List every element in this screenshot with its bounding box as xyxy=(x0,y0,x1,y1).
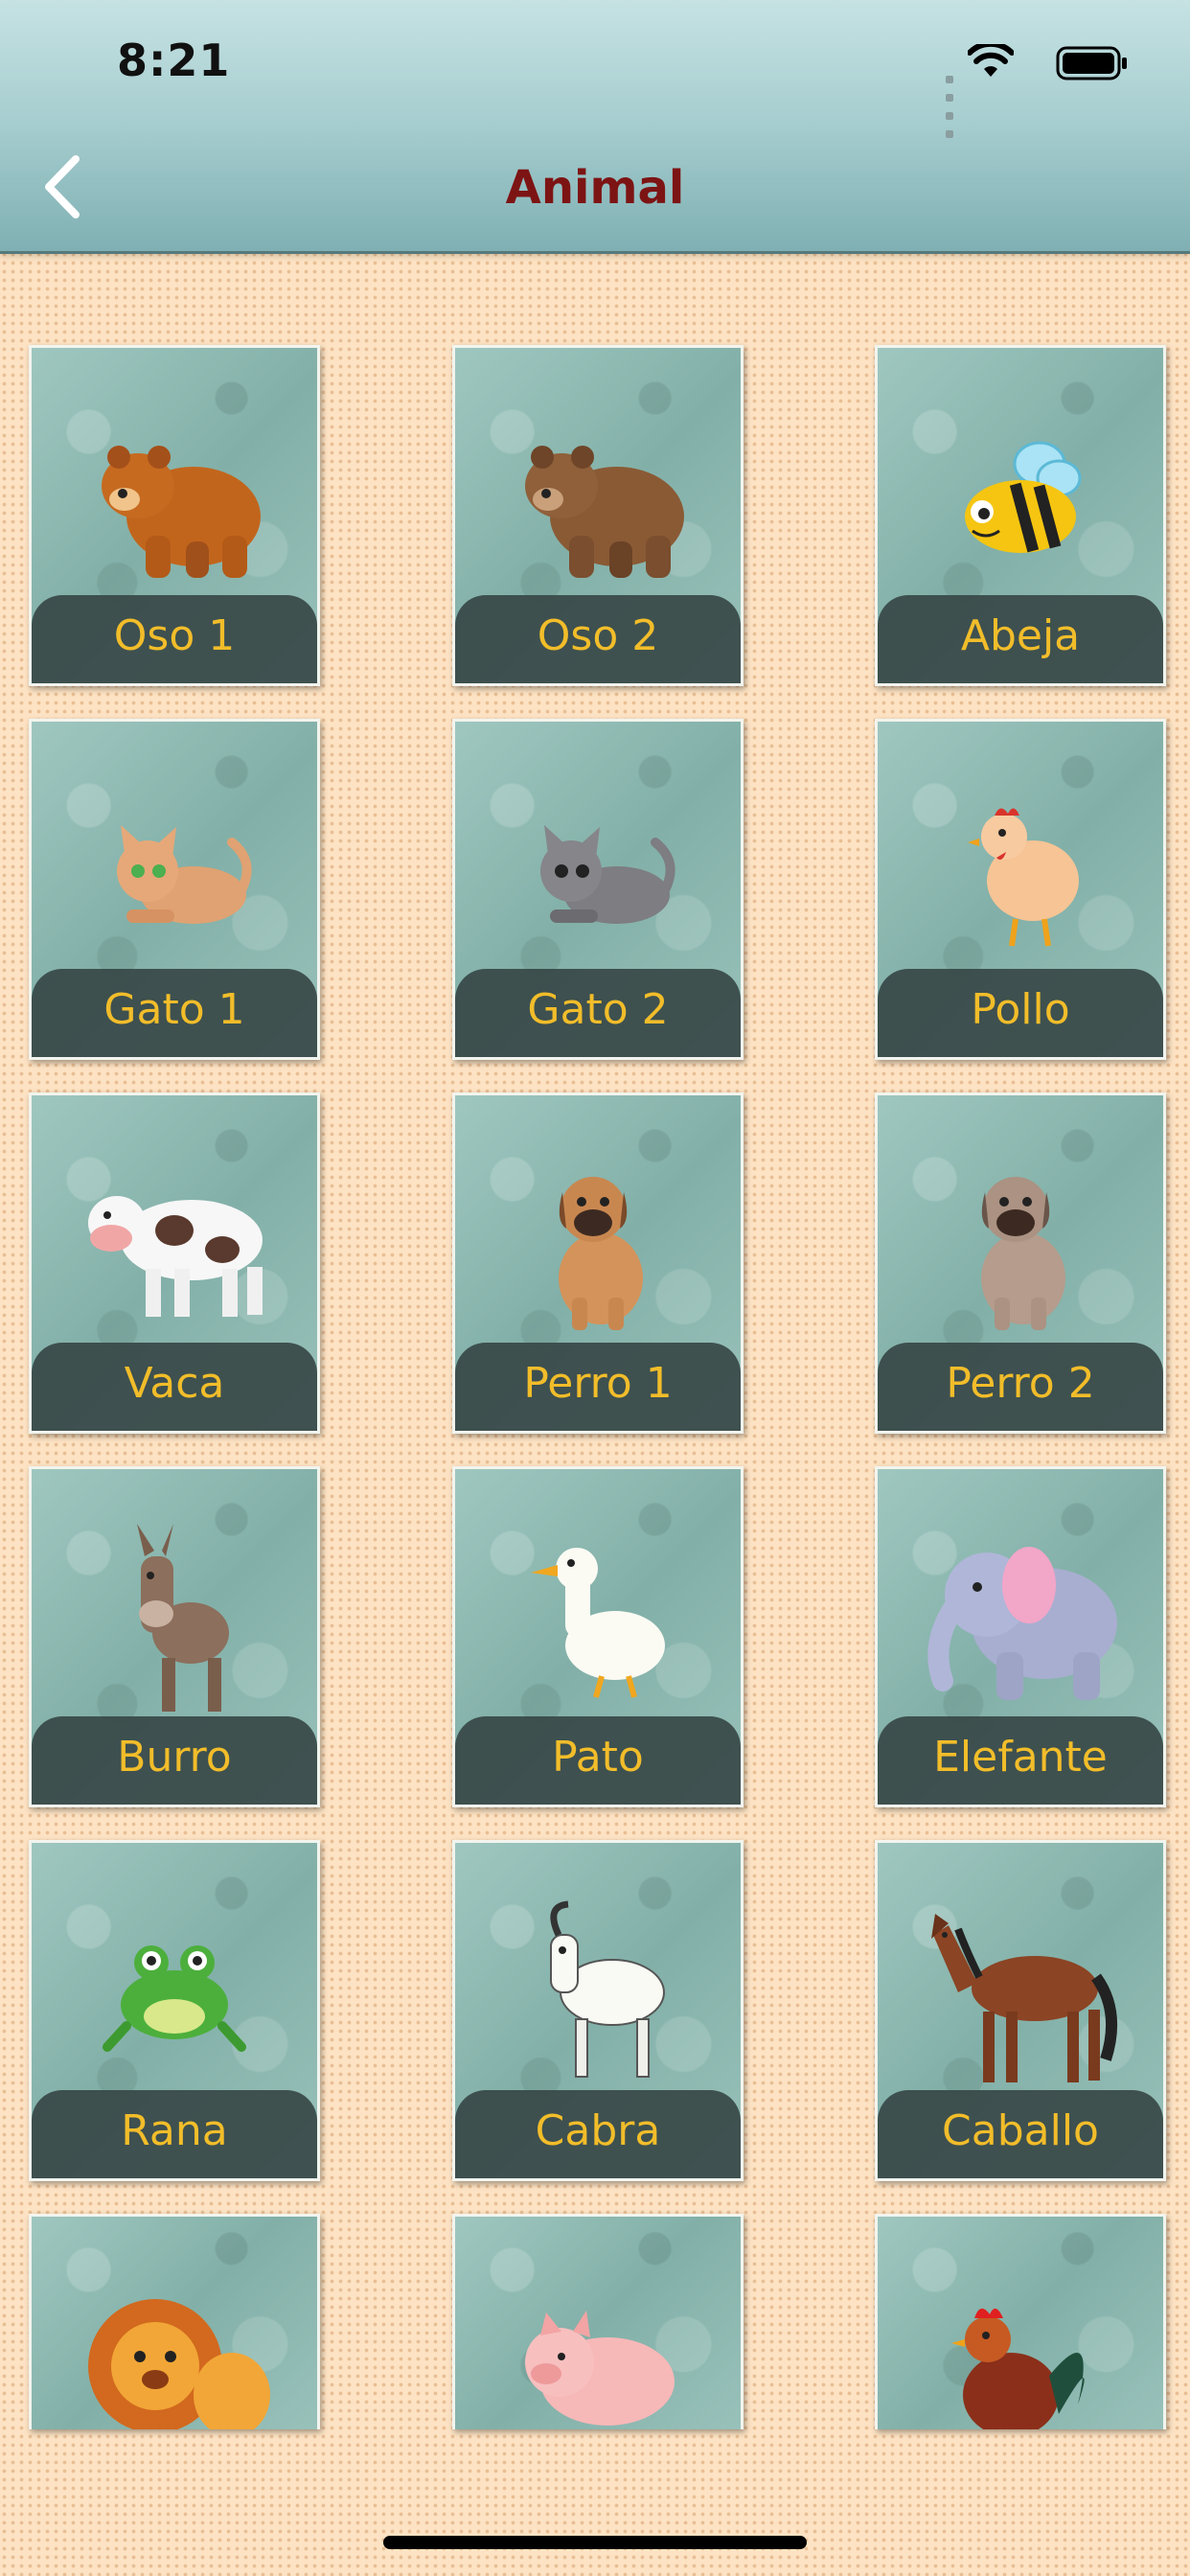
animal-card-label: Gato 1 xyxy=(32,969,317,1057)
wifi-icon xyxy=(967,40,1015,82)
gray-cat-icon xyxy=(455,756,741,986)
frog-icon xyxy=(32,1877,317,2107)
animal-card[interactable]: Vaca xyxy=(29,1092,320,1434)
bee-icon xyxy=(878,382,1163,612)
cow-icon xyxy=(32,1130,317,1360)
horse-icon xyxy=(878,1877,1163,2107)
navigation-bar: 8:21 Animal xyxy=(0,0,1190,254)
animal-card[interactable]: Perro 1 xyxy=(452,1092,744,1434)
animal-card[interactable]: Rana xyxy=(29,1840,320,2181)
animal-card[interactable]: Pato xyxy=(452,1466,744,1807)
animal-card[interactable]: Gato 2 xyxy=(452,719,744,1060)
gray-dog-icon xyxy=(878,1130,1163,1360)
lion-icon xyxy=(32,2251,317,2429)
goat-icon xyxy=(455,1877,741,2107)
animal-card[interactable]: Abeja xyxy=(875,345,1166,686)
brown-dog-icon xyxy=(455,1130,741,1360)
animal-card-label: Oso 1 xyxy=(32,595,317,683)
pig-icon xyxy=(455,2251,741,2429)
animal-card[interactable] xyxy=(29,2214,320,2429)
animal-card[interactable]: Perro 2 xyxy=(875,1092,1166,1434)
animal-card[interactable]: Pollo xyxy=(875,719,1166,1060)
chicken-icon xyxy=(878,756,1163,986)
donkey-icon xyxy=(32,1504,317,1734)
orange-cat-icon xyxy=(32,756,317,986)
animal-card[interactable]: Oso 1 xyxy=(29,345,320,686)
animal-card-label: Oso 2 xyxy=(455,595,741,683)
animal-card-label: Caballo xyxy=(878,2090,1163,2178)
brown-bear-icon xyxy=(32,382,317,612)
animal-card-label: Burro xyxy=(32,1716,317,1805)
animal-card-label: Rana xyxy=(32,2090,317,2178)
home-indicator xyxy=(383,2536,807,2549)
animal-card[interactable]: Burro xyxy=(29,1466,320,1807)
animal-card-label: Elefante xyxy=(878,1716,1163,1805)
animal-card[interactable] xyxy=(875,2214,1166,2429)
animal-card[interactable]: Caballo xyxy=(875,1840,1166,2181)
animal-card[interactable]: Gato 1 xyxy=(29,719,320,1060)
rooster-icon xyxy=(878,2251,1163,2429)
animal-card-label: Perro 2 xyxy=(878,1343,1163,1431)
duck-icon xyxy=(455,1504,741,1734)
animal-card-label: Gato 2 xyxy=(455,969,741,1057)
animal-card-label: Perro 1 xyxy=(455,1343,741,1431)
elephant-icon xyxy=(878,1504,1163,1734)
animal-card-label: Pato xyxy=(455,1716,741,1805)
page-title: Animal xyxy=(505,161,685,215)
animal-card-label: Vaca xyxy=(32,1343,317,1431)
status-time: 8:21 xyxy=(117,34,231,86)
animal-card[interactable]: Cabra xyxy=(452,1840,744,2181)
animal-card[interactable]: Elefante xyxy=(875,1466,1166,1807)
animal-card[interactable]: Oso 2 xyxy=(452,345,744,686)
animal-card-label: Pollo xyxy=(878,969,1163,1057)
battery-icon xyxy=(1056,46,1129,84)
cellular-signal-icon xyxy=(946,69,956,142)
animal-card-label: Cabra xyxy=(455,2090,741,2178)
animal-card[interactable] xyxy=(452,2214,744,2429)
animal-card-label: Abeja xyxy=(878,595,1163,683)
grizzly-bear-icon xyxy=(455,382,741,612)
